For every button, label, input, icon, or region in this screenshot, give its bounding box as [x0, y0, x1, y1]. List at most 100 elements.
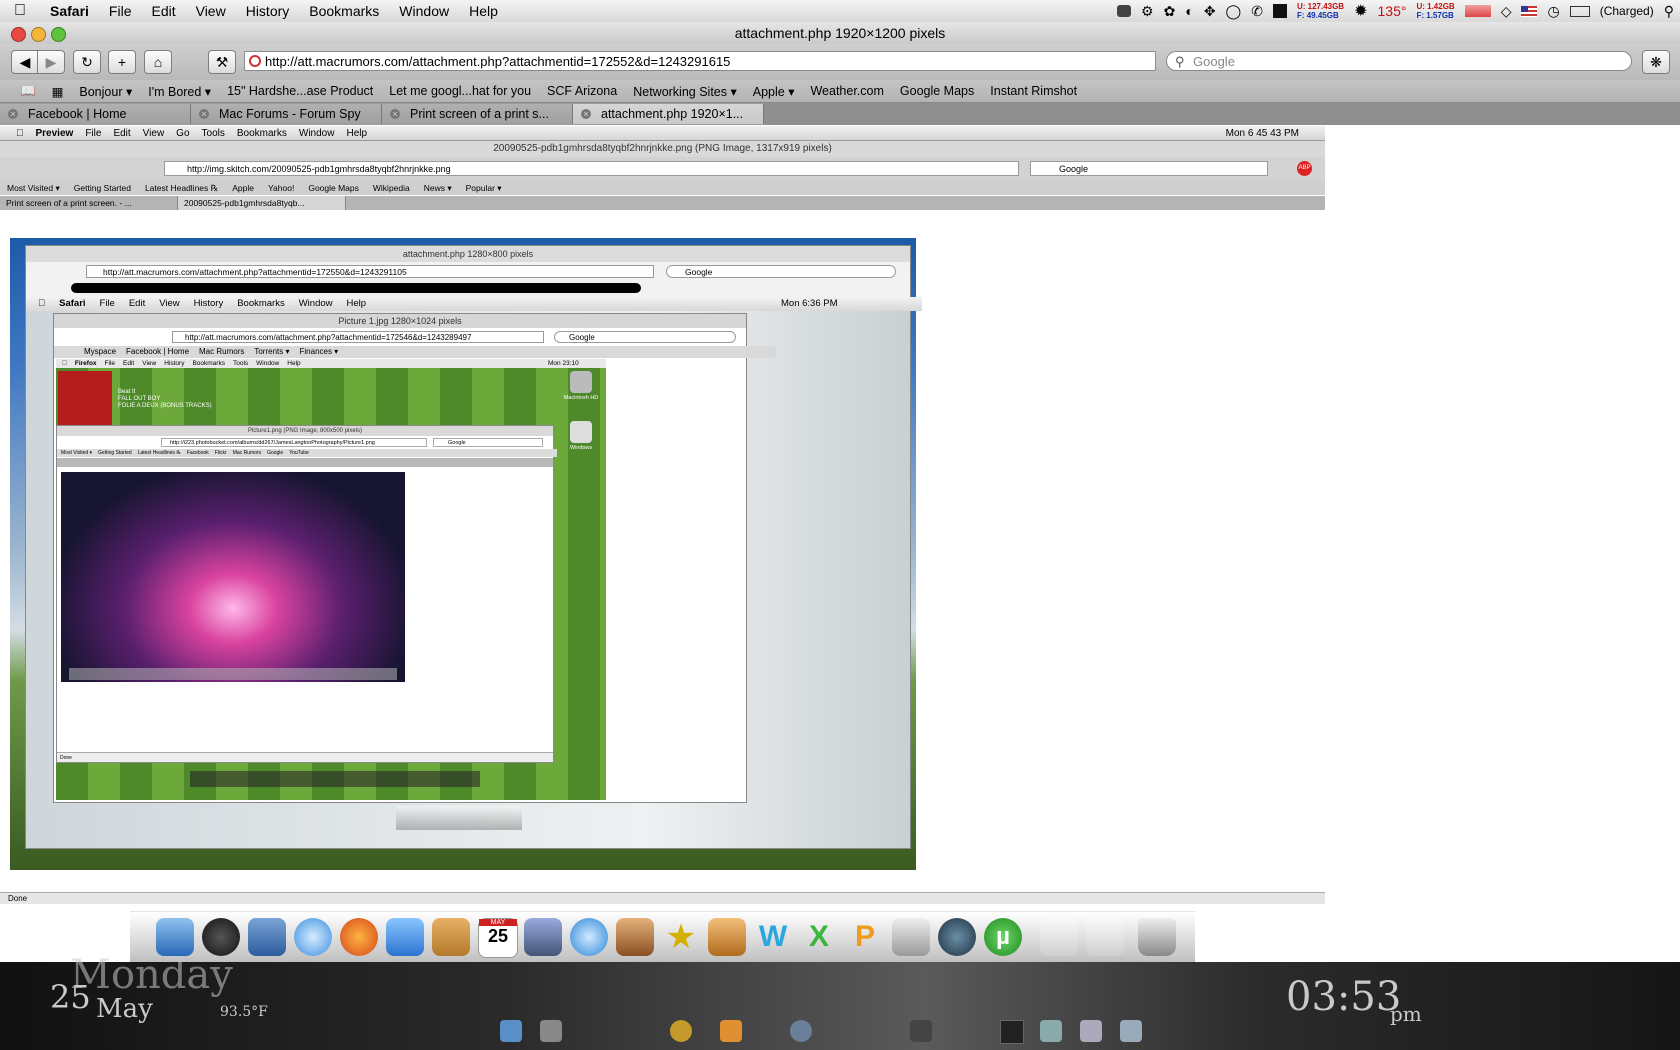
nested-menu-item: Window — [291, 298, 333, 309]
strip-finder-icon[interactable] — [500, 1020, 522, 1042]
strip-app-icon[interactable] — [720, 1020, 742, 1042]
tab-print-screen[interactable]: × Print screen of a print s... — [382, 104, 573, 124]
menu-file[interactable]: File — [99, 3, 142, 19]
strip-app-icon[interactable] — [1120, 1020, 1142, 1042]
menu-app-name[interactable]: Safari — [40, 3, 99, 19]
shot-bookmark: Yahoo! — [268, 183, 295, 193]
search-field[interactable]: ⚲ Google — [1166, 51, 1632, 71]
time-machine-icon[interactable]: ◷ — [1547, 3, 1559, 20]
shot-menu-item: Go — [168, 127, 189, 139]
disk-usage-2[interactable]: U: 1.42GB F: 1.57GB — [1416, 2, 1454, 20]
tab-mac-forums[interactable]: × Mac Forums - Forum Spy — [191, 104, 382, 124]
close-tab-icon[interactable]: × — [581, 109, 591, 119]
shot-menu-item: Bookmarks — [229, 127, 287, 139]
bookmark-google-maps[interactable]: Google Maps — [892, 84, 982, 98]
chat-bubble-icon[interactable]: ◯ — [1226, 3, 1242, 20]
wifi-icon[interactable]: ◇ — [1501, 3, 1512, 20]
us-flag-icon[interactable] — [1521, 5, 1538, 17]
window-titlebar: attachment.php 1920×1200 pixels — [0, 22, 1680, 44]
window-title: attachment.php 1920×1200 pixels — [734, 25, 946, 41]
forward-button[interactable]: ▶ — [37, 50, 65, 74]
close-tab-icon[interactable]: × — [390, 109, 400, 119]
tab-attachment[interactable]: × attachment.php 1920×1... — [573, 104, 764, 124]
firefox-icon — [340, 918, 378, 956]
bookmark-hardshell[interactable]: 15" Hardshe...ase Product — [219, 84, 381, 98]
desktop-clock-ampm: pm — [1390, 1002, 1422, 1026]
debug-bug-icon[interactable]: ❋ — [1642, 50, 1670, 74]
drive-icon[interactable] — [1117, 5, 1132, 17]
menu-history[interactable]: History — [236, 3, 300, 19]
bookmark-instant-rimshot[interactable]: Instant Rimshot — [982, 84, 1085, 98]
nested-menu-item: Edit — [121, 298, 145, 309]
menu-bookmarks[interactable]: Bookmarks — [299, 3, 389, 19]
close-tab-icon[interactable]: × — [8, 109, 18, 119]
windows-drive-label: Windows — [569, 445, 593, 451]
move-icon[interactable]: ✥ — [1204, 3, 1216, 20]
ical-month: MAY — [479, 919, 517, 926]
battery-icon[interactable] — [1569, 5, 1590, 17]
activity-icon[interactable]: ⚙ — [1141, 3, 1154, 20]
top-sites-grid-icon[interactable]: ▦ — [44, 84, 72, 99]
paw-icon[interactable]: ✿ — [1164, 3, 1176, 20]
extension-tool-icon[interactable]: ⚒ — [208, 50, 236, 74]
strip-app-icon[interactable] — [1040, 1020, 1062, 1042]
spotlight-icon[interactable]: ⚲ — [1664, 3, 1674, 20]
phone-icon[interactable]: ✆ — [1251, 3, 1263, 20]
bookmarks-bar: 📖 ▦ Bonjour ▾ I'm Bored ▾ 15" Hardshe...… — [0, 80, 1680, 103]
tab-facebook[interactable]: × Facebook | Home — [0, 104, 191, 124]
nested-safari-window: attachment.php 1280×800 pixels http://at… — [25, 245, 922, 849]
reload-button[interactable]: ↻ — [73, 50, 101, 74]
disk1-used: U: 127.43GB — [1296, 2, 1345, 11]
excel-icon: X — [808, 920, 829, 953]
palette-icon[interactable]: ◐ — [1185, 3, 1193, 19]
macintosh-hd-icon — [570, 371, 592, 393]
desktop-background: Monday 25 May 93.5°F 03:53 pm — [0, 952, 1680, 1050]
menu-view[interactable]: View — [186, 3, 236, 19]
menu-help[interactable]: Help — [459, 3, 508, 19]
close-tab-icon[interactable]: × — [199, 109, 209, 119]
shot-toolbar: http://img.skitch.com/20090525-pdb1gmhrs… — [0, 157, 1325, 181]
nested-window-3: Picture1.png (PNG Image, 800x500 pixels)… — [56, 425, 557, 763]
strip-app-icon[interactable] — [910, 1020, 932, 1042]
strip-terminal-icon[interactable] — [1000, 1020, 1024, 1044]
menu-window[interactable]: Window — [389, 3, 459, 19]
strip-app-icon[interactable] — [790, 1020, 812, 1042]
bookmark-im-bored[interactable]: I'm Bored ▾ — [140, 84, 219, 99]
back-button[interactable]: ◀ — [11, 50, 39, 74]
shot-menu-item: Edit — [105, 127, 130, 139]
strip-app-icon[interactable] — [1080, 1020, 1102, 1042]
bookmark-bonjour[interactable]: Bonjour ▾ — [71, 84, 140, 99]
bookmark-lmgtfy[interactable]: Let me googl...hat for you — [381, 84, 539, 98]
battery-status[interactable]: (Charged) — [1600, 4, 1654, 18]
shot-menu-item: Window — [291, 127, 335, 139]
menu-edit[interactable]: Edit — [141, 3, 185, 19]
nested2-search-text: Google — [569, 333, 595, 342]
imovie-star-icon: ★ — [665, 918, 697, 956]
nested3-tabs — [57, 458, 553, 467]
apple-menu-icon[interactable]:  — [0, 2, 40, 20]
strip-app-icon[interactable] — [670, 1020, 692, 1042]
address-bar[interactable]: http://att.macrumors.com/attachment.php?… — [244, 51, 1156, 71]
fan-icon[interactable]: ✹ — [1354, 1, 1367, 21]
disk-usage-1[interactable]: U: 127.43GB F: 49.45GB — [1297, 2, 1344, 20]
strip-app-icon[interactable] — [540, 1020, 562, 1042]
grid-icon[interactable] — [1272, 4, 1287, 18]
bookmark-networking-sites[interactable]: Networking Sites ▾ — [625, 84, 745, 99]
minimize-window-button[interactable] — [31, 27, 46, 42]
shot-bookmark: Getting Started — [73, 183, 131, 193]
add-bookmark-button[interactable]: + — [108, 50, 136, 74]
show-all-bookmarks-icon[interactable]: 📖 — [0, 84, 44, 99]
tab-label: Print screen of a print s... — [410, 107, 549, 121]
close-window-button[interactable] — [11, 27, 26, 42]
bookmark-scf-arizona[interactable]: SCF Arizona — [539, 84, 625, 98]
nested2-bookmark: Mac Rumors — [199, 347, 245, 356]
bookmark-weather[interactable]: Weather.com — [802, 84, 891, 98]
cpu-meter-icon[interactable] — [1464, 5, 1491, 17]
safari-dock-icon — [294, 918, 332, 956]
home-button[interactable]: ⌂ — [144, 50, 172, 74]
album-art-image — [58, 371, 112, 425]
zoom-window-button[interactable] — [51, 27, 66, 42]
temperature-readout[interactable]: 135° — [1378, 3, 1407, 19]
bookmark-apple[interactable]: Apple ▾ — [745, 84, 803, 99]
nested-search-text: Google — [685, 267, 713, 277]
